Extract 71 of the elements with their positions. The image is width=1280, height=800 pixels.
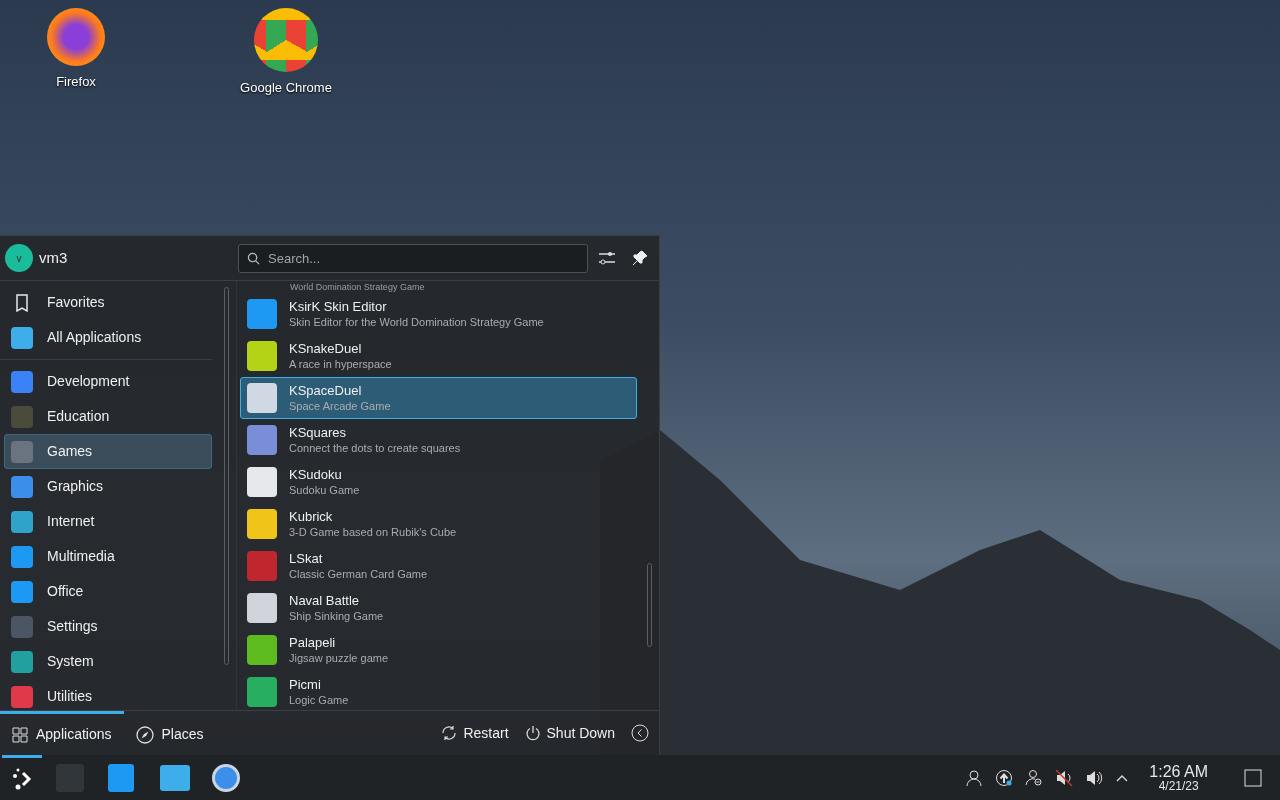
chevron-left-icon[interactable] bbox=[631, 724, 649, 742]
search-field[interactable]: Search... bbox=[238, 243, 588, 273]
show-desktop-icon[interactable] bbox=[1244, 768, 1262, 787]
category-item[interactable]: Utilities bbox=[4, 679, 212, 710]
power-icon bbox=[524, 725, 541, 741]
app-item[interactable]: KSnakeDuel A race in hyperspace bbox=[240, 335, 637, 377]
user-icon[interactable] bbox=[965, 768, 984, 787]
app-icon bbox=[247, 425, 277, 455]
category-item[interactable]: Education bbox=[4, 399, 212, 434]
category-item[interactable]: Settings bbox=[4, 609, 212, 644]
app-item[interactable]: Kubrick 3-D Game based on Rubik's Cube bbox=[240, 503, 637, 545]
speaker-icon[interactable] bbox=[1085, 768, 1104, 787]
grid-icon bbox=[12, 726, 28, 743]
app-item[interactable]: LSkat Classic German Card Game bbox=[240, 545, 637, 587]
muted-speaker-icon[interactable] bbox=[1055, 768, 1074, 787]
app-icon bbox=[247, 299, 277, 329]
category-item[interactable]: Favorites bbox=[4, 285, 212, 320]
category-item[interactable]: Office bbox=[4, 574, 212, 609]
app-item[interactable]: Palapeli Jigsaw puzzle game bbox=[240, 629, 637, 671]
app-icon bbox=[247, 383, 277, 413]
restart-button[interactable]: Restart bbox=[433, 722, 517, 744]
pin-icon[interactable] bbox=[632, 250, 648, 266]
category-icon bbox=[11, 326, 33, 349]
category-item[interactable]: Graphics bbox=[4, 469, 212, 504]
category-item[interactable]: Games bbox=[4, 434, 212, 469]
category-item[interactable]: Development bbox=[4, 364, 212, 399]
scrollbar[interactable] bbox=[647, 563, 652, 647]
app-icon bbox=[247, 509, 277, 539]
fox-logo-icon[interactable] bbox=[47, 8, 105, 66]
cut-description: World Domination Strategy Game bbox=[289, 281, 426, 293]
refresh-icon bbox=[441, 725, 458, 741]
compass-icon bbox=[135, 725, 154, 744]
desktop-icon-label[interactable]: Firefox bbox=[56, 72, 96, 92]
category-item[interactable]: Internet bbox=[4, 504, 212, 539]
search-icon bbox=[247, 251, 260, 265]
clock[interactable]: 1:26 AM 4/21/23 bbox=[1149, 763, 1208, 792]
shutdown-button[interactable]: Shut Down bbox=[516, 722, 623, 744]
category-icon bbox=[11, 685, 33, 708]
launcher-dots-icon[interactable] bbox=[10, 767, 34, 791]
category-icon bbox=[11, 370, 33, 393]
category-icon bbox=[11, 405, 33, 428]
app-icon bbox=[247, 593, 277, 623]
scrollbar[interactable] bbox=[223, 287, 229, 665]
category-icon bbox=[11, 650, 33, 673]
desktop-icon-label[interactable]: Google Chrome bbox=[240, 78, 332, 98]
app-icon bbox=[247, 467, 277, 497]
category-icon bbox=[11, 440, 33, 463]
category-icon bbox=[11, 615, 33, 638]
footer-tab[interactable]: Places bbox=[123, 710, 216, 756]
category-icon bbox=[11, 545, 33, 568]
app-icon bbox=[247, 635, 277, 665]
app-icon bbox=[247, 551, 277, 581]
user-remove-icon[interactable] bbox=[1025, 768, 1044, 787]
app-item[interactable]: Picmi Logic Game bbox=[240, 671, 637, 710]
app-icon bbox=[247, 677, 277, 707]
app-item[interactable]: KSpaceDuel Space Arcade Game bbox=[240, 377, 637, 419]
app-icon bbox=[247, 341, 277, 371]
category-icon bbox=[11, 580, 33, 603]
category-item[interactable]: All Applications bbox=[4, 320, 212, 355]
filter-sliders-icon[interactable] bbox=[598, 249, 616, 267]
category-item[interactable]: System bbox=[4, 644, 212, 679]
app-item[interactable]: KSquares Connect the dots to create squares bbox=[240, 419, 637, 461]
user-name: vm3 bbox=[39, 247, 68, 268]
category-icon bbox=[11, 510, 33, 533]
update-icon[interactable] bbox=[995, 768, 1014, 787]
user-avatar[interactable]: v bbox=[5, 244, 33, 272]
category-icon bbox=[11, 475, 33, 498]
app-item[interactable]: KsirK Skin Editor Skin Editor for the World Domination Strategy Game bbox=[240, 293, 637, 335]
category-item[interactable]: Multimedia bbox=[4, 539, 212, 574]
app-item[interactable]: Naval Battle Ship Sinking Game bbox=[240, 587, 637, 629]
app-item[interactable]: KSudoku Sudoku Game bbox=[240, 461, 637, 503]
